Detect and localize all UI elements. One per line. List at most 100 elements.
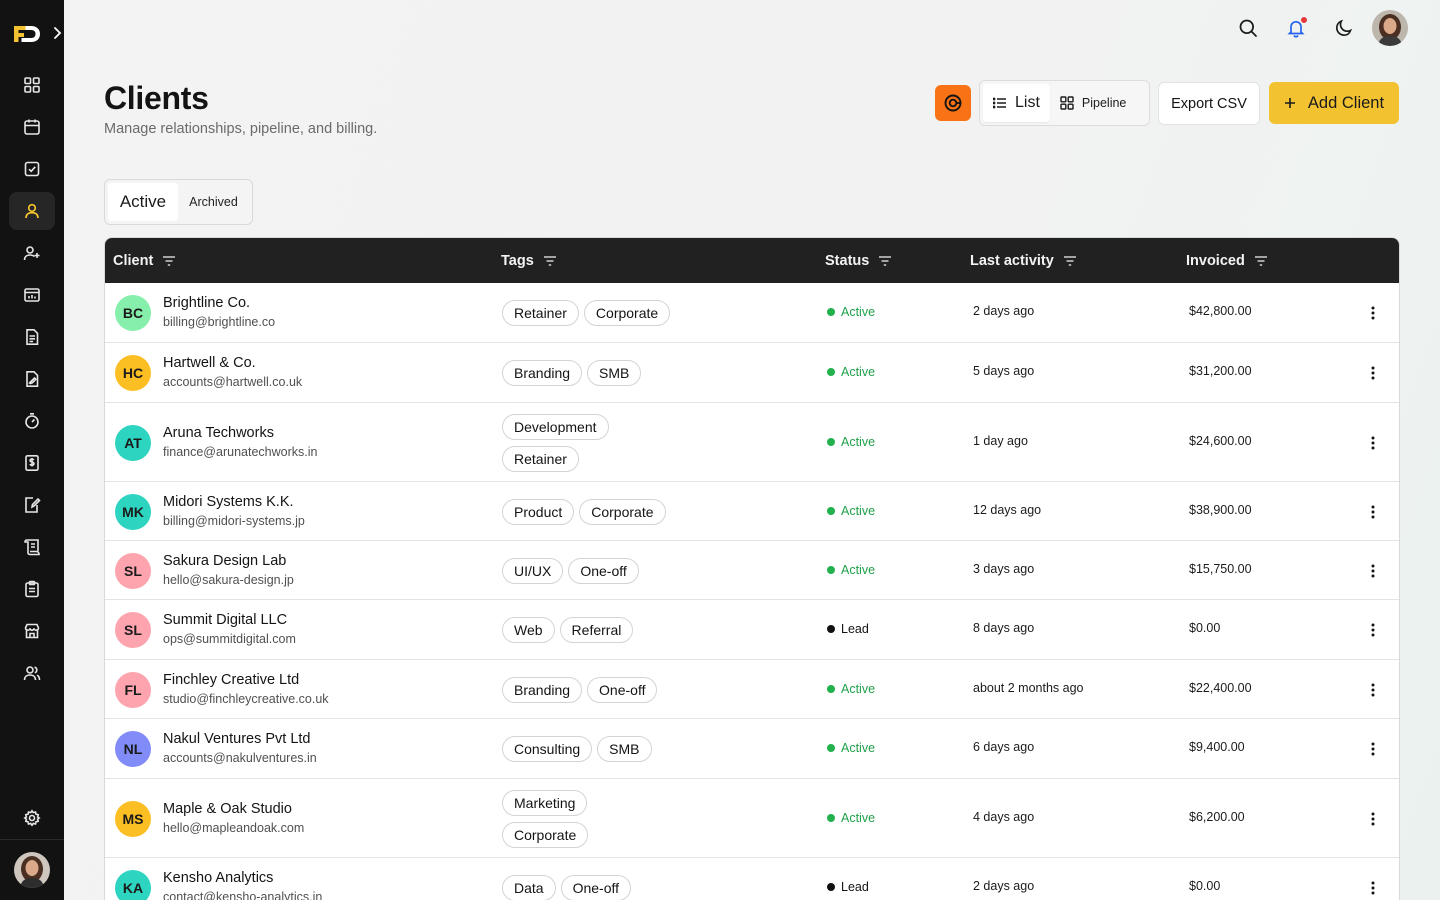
tag-chip[interactable]: Consulting	[502, 736, 593, 762]
sidebar-item-team[interactable]	[9, 654, 55, 692]
sidebar-item-timer[interactable]	[9, 402, 55, 440]
sidebar-item-calendar[interactable]	[9, 108, 55, 146]
tag-chip[interactable]: Retainer	[502, 445, 579, 472]
table-row[interactable]: AT Aruna Techworks finance@arunatechworks.…	[105, 402, 1399, 481]
tab-active[interactable]: Active	[108, 183, 178, 221]
tag-chip[interactable]: One-off	[568, 557, 639, 584]
column-header-invoiced[interactable]: Invoiced	[1186, 238, 1268, 283]
tag-chip[interactable]: Web	[502, 617, 555, 643]
dashboard-icon	[24, 77, 40, 93]
filter-icon[interactable]	[162, 255, 176, 267]
column-header-status[interactable]: Status	[825, 238, 892, 283]
sidebar-item-proposals[interactable]	[9, 360, 55, 398]
table-row[interactable]: BC Brightline Co. billing@brightline.co Ret…	[105, 283, 1399, 342]
row-actions-button[interactable]	[1363, 809, 1383, 829]
chevron-right-icon[interactable]	[51, 25, 65, 41]
client-name[interactable]: Nakul Ventures Pvt Ltd	[163, 731, 311, 747]
tag-chip[interactable]: Development	[502, 413, 609, 440]
table-row[interactable]: SL Summit Digital LLC ops@summitdigital.co…	[105, 599, 1399, 659]
sidebar-item-dashboard[interactable]	[9, 66, 55, 104]
filter-icon[interactable]	[1063, 255, 1077, 267]
sidebar-item-tasks[interactable]	[9, 150, 55, 188]
client-name[interactable]: Aruna Techworks	[163, 425, 274, 441]
tag-chip[interactable]: Product	[502, 498, 575, 525]
column-header-client[interactable]: Client	[113, 238, 176, 283]
client-email: ops@summitdigital.com	[163, 632, 296, 646]
sidebar-item-store[interactable]	[9, 612, 55, 650]
row-actions-button[interactable]	[1363, 739, 1383, 759]
add-client-button[interactable]: Add Client	[1269, 82, 1399, 124]
column-header-tags[interactable]: Tags	[501, 238, 557, 283]
user-avatar[interactable]	[1372, 10, 1408, 46]
client-name[interactable]: Midori Systems K.K.	[163, 494, 294, 510]
table-row[interactable]: MS Maple & Oak Studio hello@mapleandoak.co…	[105, 778, 1399, 857]
view-pipeline-button[interactable]: Pipeline	[1050, 84, 1136, 122]
row-actions-button[interactable]	[1363, 620, 1383, 640]
table-row[interactable]: HC Hartwell & Co. accounts@hartwell.co.uk B…	[105, 342, 1399, 402]
tag-chip[interactable]: Retainer	[502, 299, 579, 326]
status-label: Lead	[841, 622, 869, 636]
client-name[interactable]: Maple & Oak Studio	[163, 801, 292, 817]
last-activity: about 2 months ago	[973, 680, 1084, 695]
sidebar-item-clipboard[interactable]	[9, 570, 55, 608]
client-name[interactable]: Brightline Co.	[163, 295, 250, 311]
sidebar-item-projects[interactable]	[9, 276, 55, 314]
tag-chip[interactable]: Marketing	[502, 789, 588, 816]
client-name[interactable]: Summit Digital LLC	[163, 612, 287, 628]
sidebar-item-contracts[interactable]	[9, 486, 55, 524]
tag-chip[interactable]: Corporate	[502, 821, 589, 848]
tag-chip[interactable]: One-off	[587, 676, 658, 703]
sidebar-item-documents[interactable]	[9, 318, 55, 356]
filter-icon[interactable]	[543, 255, 557, 267]
filter-icon[interactable]	[1254, 255, 1268, 267]
sidebar-item-add-user[interactable]	[9, 234, 55, 272]
tag-chip[interactable]: Referral	[559, 617, 634, 643]
table-row[interactable]: MK Midori Systems K.K. billing@midori-syst…	[105, 481, 1399, 540]
column-header-last-activity[interactable]: Last activity	[970, 238, 1077, 283]
filter-icon[interactable]	[878, 255, 892, 267]
client-name[interactable]: Finchley Creative Ltd	[163, 672, 299, 688]
ledger-icon	[24, 539, 40, 556]
sidebar-item-settings[interactable]	[9, 799, 55, 837]
tag-chip[interactable]: Data	[502, 874, 556, 900]
status-badge: Active	[827, 305, 875, 319]
tab-archived[interactable]: Archived	[178, 183, 249, 221]
focus-button[interactable]	[935, 85, 971, 121]
client-name[interactable]: Sakura Design Lab	[163, 553, 286, 569]
tag-chip[interactable]: One-off	[560, 874, 632, 900]
table-row[interactable]: NL Nakul Ventures Pvt Ltd accounts@nakulve…	[105, 718, 1399, 778]
table-row[interactable]: SL Sakura Design Lab hello@sakura-design.j…	[105, 540, 1399, 599]
row-actions-button[interactable]	[1363, 680, 1383, 700]
notifications-button[interactable]	[1282, 14, 1310, 42]
client-name[interactable]: Kensho Analytics	[163, 870, 273, 886]
client-name[interactable]: Hartwell & Co.	[163, 355, 256, 371]
table-row[interactable]: KA Kensho Analytics contact@kensho-analyti…	[105, 857, 1399, 900]
tag-chip[interactable]: Branding	[502, 360, 583, 386]
sidebar-item-invoices[interactable]	[9, 444, 55, 482]
row-actions-button[interactable]	[1363, 433, 1383, 453]
tag-chip[interactable]: UI/UX	[502, 557, 564, 584]
row-actions-button[interactable]	[1363, 502, 1383, 522]
app-logo[interactable]	[13, 24, 41, 44]
view-list-button[interactable]: List	[983, 84, 1050, 122]
status-dot	[827, 813, 835, 822]
row-actions-button[interactable]	[1363, 303, 1383, 323]
client-email: finance@arunatechworks.in	[163, 444, 318, 459]
row-actions-button[interactable]	[1363, 878, 1383, 898]
row-actions-button[interactable]	[1363, 561, 1383, 581]
tag-chip[interactable]: SMB	[597, 736, 652, 762]
table-row[interactable]: FL Finchley Creative Ltd studio@finchleycr…	[105, 659, 1399, 718]
client-tags: Data One-off	[502, 874, 692, 900]
search-button[interactable]	[1234, 14, 1262, 42]
tag-chip[interactable]: SMB	[587, 360, 642, 386]
status-label: Active	[841, 503, 876, 518]
theme-toggle-button[interactable]	[1330, 14, 1358, 42]
row-actions-button[interactable]	[1363, 363, 1383, 383]
sidebar-item-ledger[interactable]	[9, 528, 55, 566]
tag-chip[interactable]: Branding	[502, 676, 583, 703]
tag-chip[interactable]: Corporate	[583, 299, 671, 326]
tag-chip[interactable]: Corporate	[579, 498, 666, 525]
export-csv-button[interactable]: Export CSV	[1158, 82, 1260, 125]
sidebar-item-clients[interactable]	[9, 192, 55, 230]
sidebar-user-avatar[interactable]	[14, 852, 50, 888]
